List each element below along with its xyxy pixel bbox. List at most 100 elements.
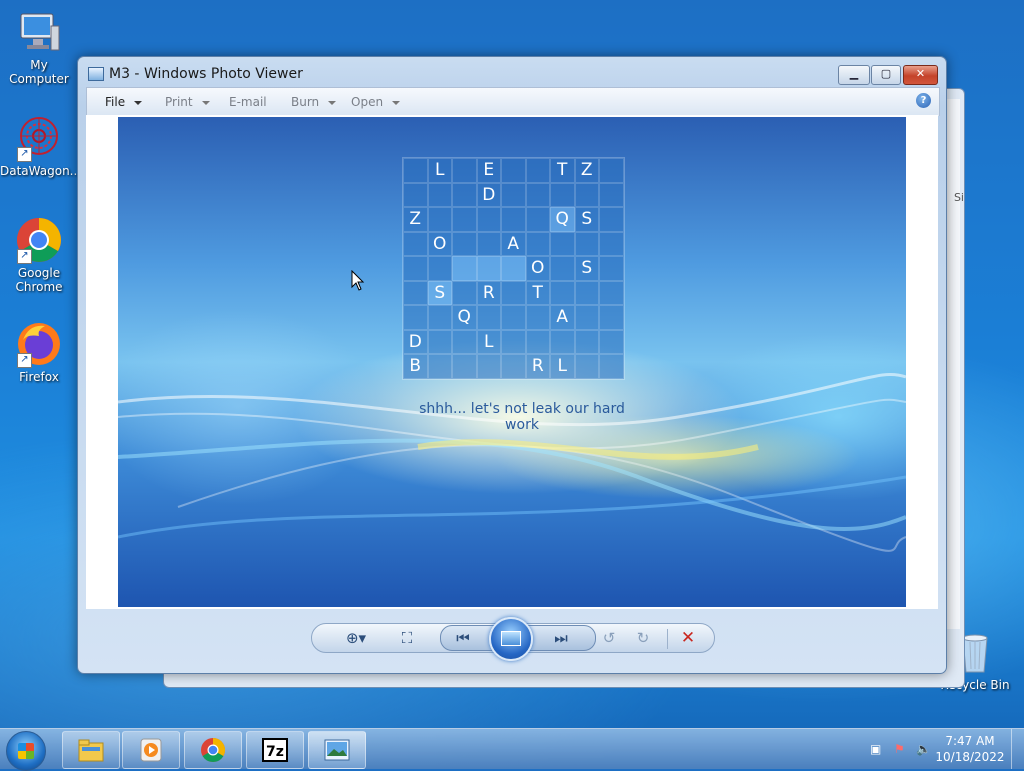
grid-cell: [427, 256, 452, 281]
taskbar-7zip[interactable]: 7z: [246, 731, 304, 769]
grid-cell: [550, 256, 575, 281]
grid-cell: L: [550, 354, 575, 379]
desktop-icon-my-computer[interactable]: My Computer: [0, 8, 78, 86]
desktop-icon-label: DataWagon...: [0, 164, 82, 178]
actual-size-button[interactable]: ⛶: [396, 629, 418, 647]
grid-cell: [452, 256, 477, 281]
grid-cell: [501, 305, 526, 330]
menu-file[interactable]: File: [105, 95, 143, 109]
grid-cell: [403, 305, 428, 330]
menu-file-label: File: [105, 95, 126, 109]
grid-cell: [525, 207, 550, 232]
title-bar[interactable]: M3 - Windows Photo Viewer ▁ ▢ ✕: [78, 57, 946, 87]
next-icon: ⏭: [554, 629, 568, 647]
photo-viewer-icon: [324, 739, 350, 761]
photo-viewer-window[interactable]: M3 - Windows Photo Viewer ▁ ▢ ✕ File Pri…: [77, 56, 947, 674]
start-button[interactable]: [6, 731, 46, 771]
zoom-button[interactable]: ⊕▾: [340, 629, 372, 647]
grid-cell: [476, 305, 501, 330]
menu-print-label: Print: [165, 95, 193, 109]
menu-burn-label: Burn: [291, 95, 320, 109]
previous-icon: ⏮: [456, 629, 470, 647]
menu-email[interactable]: E-mail: [229, 95, 267, 109]
next-button[interactable]: ⏭: [550, 629, 572, 647]
grid-cell: [452, 231, 477, 256]
grid-cell: [427, 354, 452, 379]
help-button[interactable]: ?: [916, 93, 931, 108]
chevron-down-icon: [201, 100, 210, 105]
grid-cell: [452, 354, 477, 379]
grid-cell: [599, 256, 624, 281]
taskbar-explorer[interactable]: [62, 731, 120, 769]
grid-cell: S: [427, 280, 452, 305]
menu-print[interactable]: Print: [165, 95, 210, 109]
maximize-icon: ▢: [880, 67, 892, 80]
desktop-icon-label: Firefox: [19, 370, 59, 384]
firefox-icon: ↗: [15, 320, 63, 368]
photo-caption: shhh... let's not leak our hard work: [419, 401, 625, 433]
grid-cell: [525, 158, 550, 183]
grid-cell: [427, 182, 452, 207]
system-tray: ▣ ⚑ 🔈 7:47 AM 10/18/2022: [864, 729, 1024, 769]
chevron-down-icon: [328, 100, 337, 105]
minimize-button[interactable]: ▁: [838, 65, 870, 85]
grid-cell: Q: [452, 305, 477, 330]
menu-burn[interactable]: Burn: [291, 95, 337, 109]
datawagon-icon: ↗: [15, 114, 63, 162]
grid-cell: [403, 231, 428, 256]
rotate-clockwise-button[interactable]: ↻: [632, 629, 654, 647]
grid-cell: [599, 329, 624, 354]
grid-cell: [599, 231, 624, 256]
network-icon[interactable]: ▣: [870, 742, 884, 756]
close-button[interactable]: ✕: [903, 65, 938, 85]
grid-cell: A: [550, 305, 575, 330]
grid-cell: [403, 280, 428, 305]
grid-cell: S: [574, 256, 599, 281]
grid-cell: [403, 182, 428, 207]
shortcut-arrow-icon: ↗: [17, 147, 32, 162]
desktop-icon-firefox[interactable]: ↗ Firefox: [0, 320, 78, 384]
clock-time: 7:47 AM: [945, 734, 995, 748]
show-desktop-button[interactable]: [1011, 729, 1024, 769]
delete-button[interactable]: ✕: [677, 629, 699, 647]
taskbar-photo-viewer[interactable]: [308, 731, 366, 769]
grid-cell: [574, 231, 599, 256]
maximize-button[interactable]: ▢: [871, 65, 901, 85]
slide-show-button[interactable]: [489, 617, 533, 661]
image-viewport[interactable]: LETZDZQSOAOSSRTQADLBRL shhh... let's not…: [86, 115, 938, 609]
volume-icon[interactable]: 🔈: [916, 742, 931, 756]
computer-icon: [15, 8, 63, 56]
grid-cell: [427, 305, 452, 330]
rotate-counterclockwise-button[interactable]: ↺: [598, 629, 620, 647]
chrome-icon: ↗: [15, 216, 63, 264]
grid-cell: [574, 280, 599, 305]
grid-cell: [452, 329, 477, 354]
grid-cell: [476, 354, 501, 379]
grid-cell: [476, 207, 501, 232]
menu-open[interactable]: Open: [351, 95, 401, 109]
grid-cell: [574, 182, 599, 207]
displayed-photo: LETZDZQSOAOSSRTQADLBRL shhh... let's not…: [118, 117, 906, 607]
grid-cell: [574, 305, 599, 330]
grid-cell: [452, 182, 477, 207]
taskbar-media-player[interactable]: [122, 731, 180, 769]
toolbar-separator: [667, 629, 668, 649]
grid-cell: [574, 354, 599, 379]
grid-cell: D: [476, 182, 501, 207]
grid-cell: T: [550, 158, 575, 183]
clock[interactable]: 7:47 AM 10/18/2022: [934, 733, 1006, 765]
desktop-icon-google-chrome[interactable]: ↗ Google Chrome: [0, 216, 78, 294]
taskbar: 7z ▣ ⚑ 🔈 7:47 AM 10/18/2022: [0, 728, 1024, 771]
desktop-icon-datawagon[interactable]: ↗ DataWagon...: [0, 114, 82, 178]
action-center-flag-icon[interactable]: ⚑: [894, 742, 908, 756]
menu-email-label: E-mail: [229, 95, 267, 109]
playback-controls: ⊕▾ ⛶ ⏮ ⏭ ↺ ↻ ✕: [78, 609, 946, 673]
grid-cell: [525, 182, 550, 207]
grid-cell: [427, 329, 452, 354]
previous-button[interactable]: ⏮: [452, 629, 474, 647]
grid-cell: L: [427, 158, 452, 183]
grid-cell: [550, 329, 575, 354]
taskbar-chrome[interactable]: [184, 731, 242, 769]
grid-cell: [427, 207, 452, 232]
grid-cell: B: [403, 354, 428, 379]
